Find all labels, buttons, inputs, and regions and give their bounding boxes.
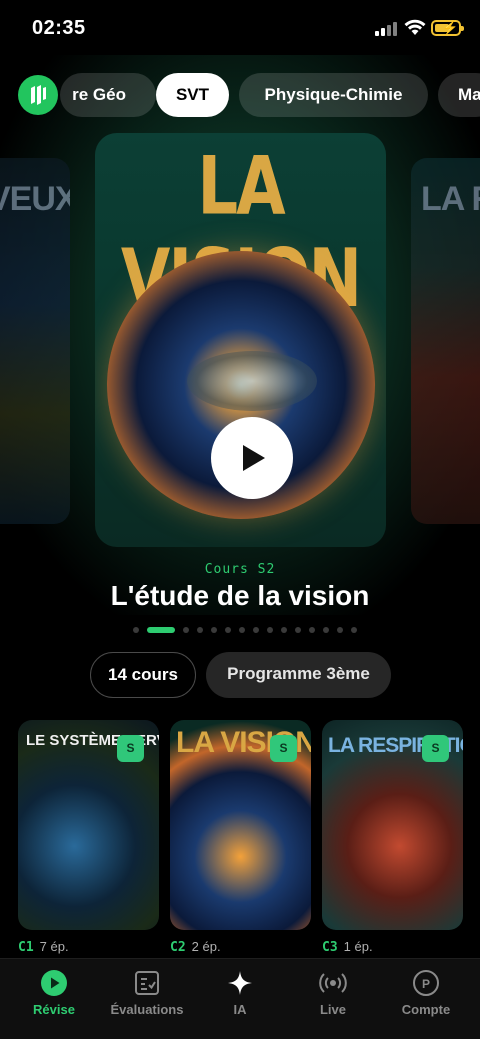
subject-tabs: re Géo SVT Physique-Chimie Ma [0, 73, 480, 119]
course-card-1[interactable]: LE SYSTÈME NERVEUX S [18, 720, 159, 930]
status-bar: 02:35 ⚡ [0, 0, 480, 58]
tab-svt[interactable]: SVT [156, 73, 229, 117]
nav-live[interactable]: Live [285, 969, 381, 1017]
course-badge: S [270, 735, 297, 762]
nav-evaluations[interactable]: Évaluations [99, 969, 195, 1017]
nav-label: Live [319, 1002, 346, 1017]
checklist-icon [135, 971, 159, 995]
nav-compte[interactable]: P Compte [378, 969, 474, 1017]
eye-illustration [107, 251, 375, 519]
account-icon: P [413, 970, 439, 996]
pagination-dot[interactable] [253, 627, 259, 633]
course-episodes: 7 ép. [39, 939, 69, 954]
bottom-nav: Révise Évaluations IA Live P Compte [0, 958, 480, 1039]
play-circle-icon [41, 970, 67, 996]
course-meta-2: C2 2 ép. [170, 939, 221, 955]
card-title: LA R [421, 180, 480, 218]
featured-course-title: L'étude de la vision [110, 580, 370, 611]
pagination-dot-active[interactable] [147, 627, 175, 633]
carousel-card-prev[interactable]: VEUX [0, 158, 70, 524]
course-code: C2 [170, 940, 186, 955]
course-badge: S [117, 735, 144, 762]
logo-icon [31, 85, 46, 105]
nav-label: Révise [33, 1002, 75, 1017]
pagination-dot[interactable] [337, 627, 343, 633]
signal-icon [375, 22, 399, 36]
tab-label: SVT [175, 85, 210, 104]
featured-course-card[interactable]: LA VISION [95, 133, 386, 547]
course-episodes: 2 ép. [191, 939, 221, 954]
svg-text:P: P [422, 977, 430, 991]
featured-course-label: Cours S2 [204, 562, 276, 577]
pagination-dot[interactable] [133, 627, 139, 633]
chip-label: 14 cours [108, 665, 178, 684]
carousel-card-next[interactable]: LA R [411, 158, 480, 524]
pagination-dot[interactable] [225, 627, 231, 633]
pagination-dot[interactable] [197, 627, 203, 633]
status-time: 02:35 [32, 17, 86, 39]
course-card-3[interactable]: LA RESPIRATION S [322, 720, 463, 930]
nav-label: Évaluations [110, 1002, 184, 1017]
tab-physique-chimie[interactable]: Physique-Chimie [239, 73, 428, 117]
nav-label: Compte [401, 1002, 451, 1017]
course-code: C3 [322, 940, 338, 955]
tab-maths[interactable]: Ma [438, 73, 480, 117]
play-button[interactable] [211, 417, 293, 499]
pagination-dot[interactable] [267, 627, 273, 633]
app-logo[interactable] [18, 75, 58, 115]
nav-revise[interactable]: Révise [6, 969, 102, 1017]
pagination-dot[interactable] [239, 627, 245, 633]
tab-label: Ma [458, 85, 480, 104]
course-episodes: 1 ép. [343, 939, 373, 954]
course-meta-1: C1 7 ép. [18, 939, 69, 955]
course-count-chip[interactable]: 14 cours [90, 652, 196, 698]
broadcast-icon [319, 973, 347, 993]
chip-label: Programme 3ème [227, 664, 370, 683]
pagination-dot[interactable] [183, 627, 189, 633]
play-icon [243, 445, 265, 471]
sparkle-icon [228, 971, 252, 995]
program-chip[interactable]: Programme 3ème [206, 652, 391, 698]
course-card-2[interactable]: LA VISION S [170, 720, 311, 930]
wifi-icon [404, 19, 426, 35]
nav-ia[interactable]: IA [192, 969, 288, 1017]
course-code: C1 [18, 940, 34, 955]
battery-icon: ⚡ [431, 20, 464, 36]
pagination-dot[interactable] [295, 627, 301, 633]
tab-histoire-geo[interactable]: re Géo [60, 73, 156, 117]
tab-label: Physique-Chimie [264, 85, 403, 104]
nav-label: IA [233, 1002, 247, 1017]
pagination-dot[interactable] [309, 627, 315, 633]
course-badge: S [422, 735, 449, 762]
pagination-dot[interactable] [323, 627, 329, 633]
pagination-dot[interactable] [211, 627, 217, 633]
pagination-dot[interactable] [351, 627, 357, 633]
pagination-dot[interactable] [281, 627, 287, 633]
card-title: VEUX [0, 180, 70, 218]
course-meta-3: C3 1 ép. [322, 939, 373, 955]
tab-label: re Géo [72, 85, 126, 104]
